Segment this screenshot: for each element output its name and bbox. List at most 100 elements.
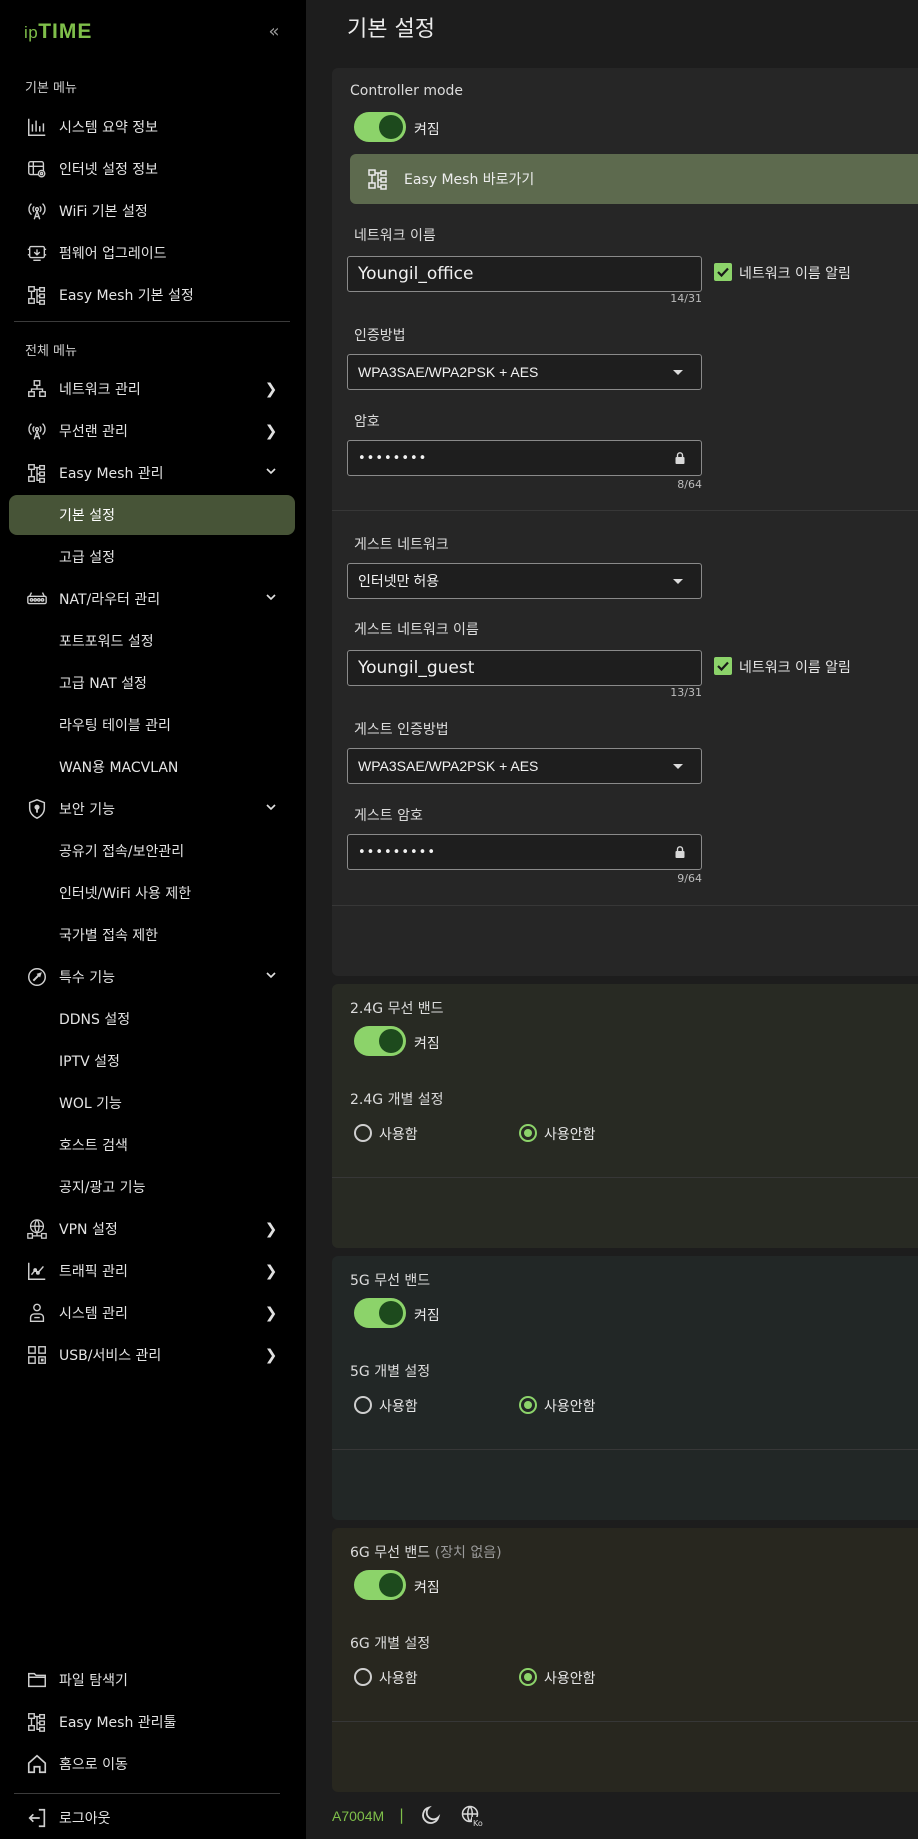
sidebar-item-easymesh[interactable]: Easy Mesh 관리 xyxy=(9,453,295,493)
password-label: 암호 xyxy=(354,414,380,430)
sidebar-item-label: 펌웨어 업그레이드 xyxy=(59,246,167,262)
easymesh-shortcut-button[interactable]: Easy Mesh 바로가기 xyxy=(350,154,918,204)
password-input[interactable]: •••••••• xyxy=(347,440,702,476)
band-5g-nouse-radio[interactable] xyxy=(519,1396,537,1414)
sidebar-item-firmware[interactable]: 펌웨어 업그레이드 xyxy=(9,233,295,273)
band-24g-toggle[interactable] xyxy=(354,1026,406,1056)
sidebar-item-internet-info[interactable]: 인터넷 설정 정보 xyxy=(9,149,295,189)
model-name: A7004M xyxy=(332,1808,385,1824)
sidebar-item-label: 기본 설정 xyxy=(59,508,115,524)
page-title: 기본 설정 xyxy=(347,17,435,42)
network-name-broadcast-checkbox[interactable] xyxy=(714,263,732,281)
sidebar-item-nat-router[interactable]: NAT/라우터 관리 xyxy=(9,579,295,619)
sidebar-item-special[interactable]: 특수 기능 xyxy=(9,957,295,997)
sidebar-item-label: 트래픽 관리 xyxy=(59,1264,128,1280)
band-6g-toggle[interactable] xyxy=(354,1570,406,1600)
sidebar-item-routing-table[interactable]: 라우팅 테이블 관리 xyxy=(9,705,295,745)
sidebar-item-wireless[interactable]: 무선랜 관리 ❯ xyxy=(9,411,295,451)
sidebar-item-label: WiFi 기본 설정 xyxy=(59,204,148,220)
band-5g-toggle[interactable] xyxy=(354,1298,406,1328)
sidebar-item-country-block[interactable]: 국가별 접속 제한 xyxy=(9,915,295,955)
band-6g-nouse-radio[interactable] xyxy=(519,1668,537,1686)
band-6g-card: 6G 무선 밴드 (장치 없음) 켜짐 6G 개별 설정 사용함 사용안함 xyxy=(332,1528,918,1792)
section-divider xyxy=(332,1721,918,1722)
chevron-down-icon xyxy=(259,463,283,483)
sidebar-item-label: WAN용 MACVLAN xyxy=(59,760,179,776)
guest-name-broadcast-checkbox[interactable] xyxy=(714,657,732,675)
guest-network-select[interactable]: 인터넷만 허용 xyxy=(347,563,702,599)
auth-method-select[interactable]: WPA3SAE/WPA2PSK + AES xyxy=(347,354,702,390)
lock-icon xyxy=(675,846,685,858)
dark-mode-icon[interactable] xyxy=(420,1804,442,1826)
sidebar-item-traffic[interactable]: 트래픽 관리 ❯ xyxy=(9,1251,295,1291)
sidebar-item-usage-limit[interactable]: 인터넷/WiFi 사용 제한 xyxy=(9,873,295,913)
check-icon xyxy=(717,661,729,672)
band-24g-label: 2.4G 무선 밴드 xyxy=(350,1001,444,1017)
sidebar-item-system-summary[interactable]: 시스템 요약 정보 xyxy=(9,107,295,147)
sidebar-item-ddns[interactable]: DDNS 설정 xyxy=(9,999,295,1039)
band-24g-nouse-radio[interactable] xyxy=(519,1124,537,1142)
collapse-sidebar-icon[interactable]: « xyxy=(264,22,284,42)
network-name-label: 네트워크 이름 xyxy=(354,228,436,244)
auth-method-label: 인증방법 xyxy=(354,328,406,344)
band-6g-use-label: 사용함 xyxy=(379,1671,418,1687)
sidebar-item-home[interactable]: 홈으로 이동 xyxy=(9,1744,295,1784)
band-6g-use-radio[interactable] xyxy=(354,1668,372,1686)
sidebar-item-easymesh-tool[interactable]: Easy Mesh 관리툴 xyxy=(9,1702,295,1742)
sidebar-item-advanced-nat[interactable]: 고급 NAT 설정 xyxy=(9,663,295,703)
band-5g-card: 5G 무선 밴드 켜짐 5G 개별 설정 사용함 사용안함 xyxy=(332,1256,918,1520)
sidebar-item-logout[interactable]: 로그아웃 xyxy=(9,1798,295,1838)
sidebar-item-system[interactable]: 시스템 관리 ❯ xyxy=(9,1293,295,1333)
password-counter: 8/64 xyxy=(677,478,702,491)
band-6g-label-row: 6G 무선 밴드 (장치 없음) xyxy=(350,1542,502,1562)
band-5g-nouse-label: 사용안함 xyxy=(544,1399,596,1415)
sidebar-item-label: Easy Mesh 관리툴 xyxy=(59,1715,177,1731)
sidebar-item-basic-settings[interactable]: 기본 설정 xyxy=(9,495,295,535)
sidebar-divider xyxy=(14,321,290,322)
sidebar-item-iptv[interactable]: IPTV 설정 xyxy=(9,1041,295,1081)
sidebar-item-wan-macvlan[interactable]: WAN용 MACVLAN xyxy=(9,747,295,787)
sidebar-item-security[interactable]: 보안 기능 xyxy=(9,789,295,829)
guest-name-input[interactable]: Youngil_guest xyxy=(347,650,702,686)
sidebar-item-vpn[interactable]: VPN 설정 ❯ xyxy=(9,1209,295,1249)
controller-mode-toggle[interactable] xyxy=(354,112,406,142)
network-name-input[interactable]: Youngil_office xyxy=(347,256,702,292)
sidebar-item-network[interactable]: 네트워크 관리 ❯ xyxy=(9,369,295,409)
guest-network-value: 인터넷만 허용 xyxy=(358,573,440,589)
band-5g-label: 5G 무선 밴드 xyxy=(350,1273,431,1289)
sidebar-item-port-forward[interactable]: 포트포워드 설정 xyxy=(9,621,295,661)
sidebar-item-label: 네트워크 관리 xyxy=(59,382,141,398)
sidebar-item-advanced-settings[interactable]: 고급 설정 xyxy=(9,537,295,577)
sidebar-item-host-search[interactable]: 호스트 검색 xyxy=(9,1125,295,1165)
dropdown-caret-icon xyxy=(673,370,683,375)
network-name-counter: 14/31 xyxy=(670,292,702,305)
sidebar-item-label: 고급 설정 xyxy=(59,550,115,566)
svg-text:Ko: Ko xyxy=(473,1819,483,1828)
section-divider xyxy=(332,905,918,906)
band-24g-use-radio[interactable] xyxy=(354,1124,372,1142)
band-24g-use-label: 사용함 xyxy=(379,1127,418,1143)
sidebar-item-wifi-basic[interactable]: WiFi 기본 설정 xyxy=(9,191,295,231)
guest-auth-select[interactable]: WPA3SAE/WPA2PSK + AES xyxy=(347,748,702,784)
sidebar-item-notice-ad[interactable]: 공지/광고 기능 xyxy=(9,1167,295,1207)
sidebar-item-usb-service[interactable]: USB/서비스 관리 ❯ xyxy=(9,1335,295,1375)
chevron-right-icon: ❯ xyxy=(264,1262,278,1280)
iptime-logo[interactable]: ipTIME xyxy=(24,20,92,44)
mesh-settings-card: Controller mode 켜짐 Easy Mesh 바로가기 네트워크 이… xyxy=(332,68,918,976)
folder-icon xyxy=(25,1668,49,1692)
band-6g-individual-label: 6G 개별 설정 xyxy=(350,1636,431,1652)
sidebar-item-label: WOL 기능 xyxy=(59,1096,122,1112)
chevron-right-icon: ❯ xyxy=(264,1220,278,1238)
sidebar-item-label: 로그아웃 xyxy=(59,1811,111,1827)
password-dots: •••••••• xyxy=(358,450,428,466)
logo-time: TIME xyxy=(38,20,93,43)
sidebar-item-label: VPN 설정 xyxy=(59,1222,118,1238)
sidebar-divider xyxy=(14,1793,280,1794)
guest-password-input[interactable]: ••••••••• xyxy=(347,834,702,870)
sidebar-item-router-access[interactable]: 공유기 접속/보안관리 xyxy=(9,831,295,871)
band-5g-use-radio[interactable] xyxy=(354,1396,372,1414)
sidebar-item-file-explorer[interactable]: 파일 탐색기 xyxy=(9,1660,295,1700)
sidebar-item-wol[interactable]: WOL 기능 xyxy=(9,1083,295,1123)
language-globe-icon[interactable]: Ko xyxy=(460,1804,484,1828)
sidebar-item-easymesh-basic[interactable]: Easy Mesh 기본 설정 xyxy=(9,275,295,315)
